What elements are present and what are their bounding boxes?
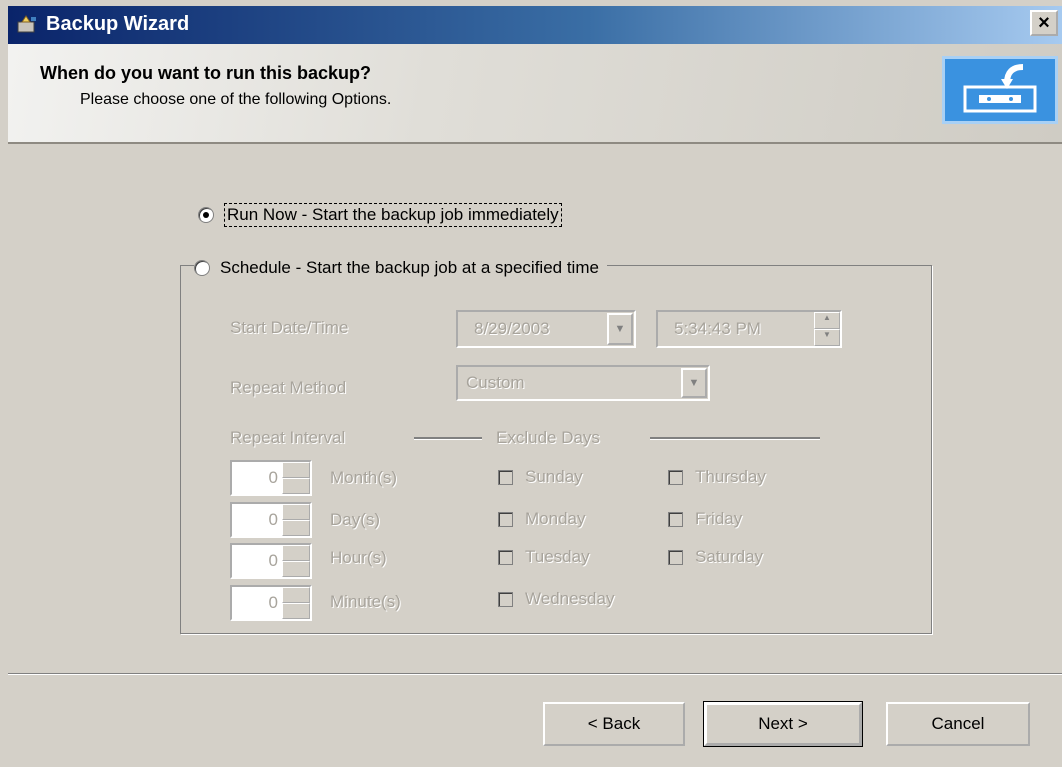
spin-arrows-icon[interactable] xyxy=(282,587,310,619)
checkbox-box[interactable] xyxy=(498,591,513,607)
chevron-down-icon[interactable]: ▼ xyxy=(607,313,633,345)
checkbox-wednesday[interactable]: Wednesday xyxy=(498,589,614,609)
schedule-radio[interactable] xyxy=(194,260,210,276)
window-title: Backup Wizard xyxy=(46,13,190,35)
repeat-method-label: Repeat Method xyxy=(230,378,347,397)
months-spinner[interactable]: 0 xyxy=(230,460,312,496)
checkbox-monday[interactable]: Monday xyxy=(498,509,585,529)
back-button[interactable]: < Back xyxy=(543,702,685,746)
minutes-value[interactable]: 0 xyxy=(232,587,282,619)
cancel-button[interactable]: Cancel xyxy=(886,702,1030,746)
spin-arrows-icon[interactable] xyxy=(282,462,310,494)
checkbox-sunday[interactable]: Sunday xyxy=(498,467,583,487)
header-title: When do you want to run this backup? xyxy=(40,63,371,83)
day-label: Wednesday xyxy=(525,589,615,608)
header-subtitle: Please choose one of the following Optio… xyxy=(80,91,392,108)
chevron-down-icon[interactable]: ▼ xyxy=(681,368,707,398)
close-icon: × xyxy=(1038,12,1050,34)
time-spinner[interactable]: ▲ ▼ xyxy=(814,312,840,346)
checkbox-box[interactable] xyxy=(668,511,683,527)
day-label: Sunday xyxy=(525,467,583,486)
schedule-option[interactable]: Schedule - Start the backup job at a spe… xyxy=(194,258,607,278)
day-label: Saturday xyxy=(695,547,764,566)
hours-label: Hour(s) xyxy=(330,548,387,567)
cancel-button-label: Cancel xyxy=(931,714,985,733)
schedule-label[interactable]: Schedule - Start the backup job at a spe… xyxy=(220,258,599,278)
checkbox-friday[interactable]: Friday xyxy=(668,509,742,529)
day-label: Monday xyxy=(525,509,586,528)
months-label: Month(s) xyxy=(330,468,398,487)
days-label: Day(s) xyxy=(330,510,381,529)
checkbox-tuesday[interactable]: Tuesday xyxy=(498,547,590,567)
checkbox-box[interactable] xyxy=(668,469,683,485)
repeat-method-select[interactable]: Custom ▼ xyxy=(456,365,710,401)
start-date-value: 8/29/2003 xyxy=(474,319,550,338)
repeat-method-value: Custom xyxy=(466,373,525,392)
minutes-spinner[interactable]: 0 xyxy=(230,585,312,621)
title-bar: Backup Wizard × xyxy=(8,6,1062,44)
day-label: Friday xyxy=(695,509,743,528)
back-button-label: < Back xyxy=(587,714,641,733)
checkbox-box[interactable] xyxy=(498,549,513,565)
checkbox-saturday[interactable]: Saturday xyxy=(668,547,763,567)
repeat-interval-label: Repeat Interval xyxy=(230,428,346,447)
start-date-picker[interactable]: 8/29/2003 ▼ xyxy=(456,310,636,348)
run-now-label[interactable]: Run Now - Start the backup job immediate… xyxy=(224,203,562,227)
hours-value[interactable]: 0 xyxy=(232,545,282,577)
day-label: Thursday xyxy=(695,467,766,486)
checkbox-box[interactable] xyxy=(498,469,513,485)
tape-backup-icon xyxy=(942,56,1058,124)
minutes-label: Minute(s) xyxy=(330,592,401,611)
run-now-option[interactable]: Run Now - Start the backup job immediate… xyxy=(198,203,562,227)
start-datetime-label: Start Date/Time xyxy=(230,318,349,337)
exclude-days-label: Exclude Days xyxy=(496,428,600,447)
divider xyxy=(650,437,820,440)
next-button[interactable]: Next > xyxy=(703,701,863,747)
months-value[interactable]: 0 xyxy=(232,462,282,494)
checkbox-thursday[interactable]: Thursday xyxy=(668,467,766,487)
spin-arrows-icon[interactable] xyxy=(282,504,310,536)
start-time-value: 5:34:43 PM xyxy=(674,319,761,338)
checkbox-box[interactable] xyxy=(668,549,683,565)
divider xyxy=(414,437,482,440)
checkbox-box[interactable] xyxy=(498,511,513,527)
spin-arrows-icon[interactable] xyxy=(282,545,310,577)
wizard-header: When do you want to run this backup? Ple… xyxy=(8,44,1062,144)
days-spinner[interactable]: 0 xyxy=(230,502,312,538)
backup-app-icon xyxy=(17,15,36,33)
day-label: Tuesday xyxy=(525,547,590,566)
hours-spinner[interactable]: 0 xyxy=(230,543,312,579)
start-time-picker[interactable]: 5:34:43 PM ▲ ▼ xyxy=(656,310,842,348)
days-value[interactable]: 0 xyxy=(232,504,282,536)
close-button[interactable]: × xyxy=(1030,10,1058,36)
run-now-radio[interactable] xyxy=(198,207,214,223)
footer-divider xyxy=(8,673,1062,675)
next-button-label: Next > xyxy=(758,714,808,733)
